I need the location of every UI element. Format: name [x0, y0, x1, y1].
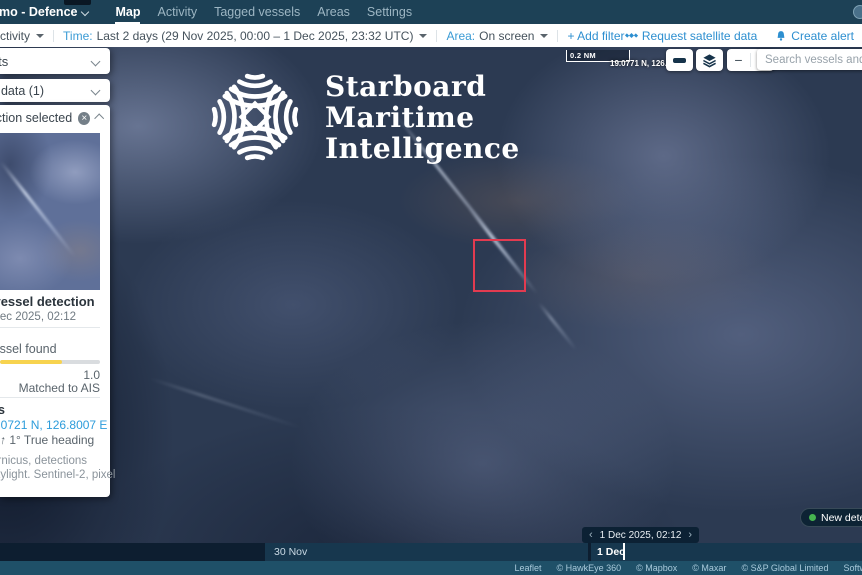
layers-button[interactable]	[696, 49, 723, 71]
caret-down-icon	[540, 34, 548, 38]
time-filter-dropdown[interactable]: Time: Last 2 days (29 Nov 2025, 00:00 – …	[63, 29, 427, 43]
starboard-logo-text: Starboard Maritime Intelligence	[325, 71, 520, 164]
alerts-panel-label: Alerts	[0, 54, 92, 69]
chevron-down-icon	[91, 56, 101, 66]
detection-panel: 1 detection selected × Satellite vessel …	[0, 105, 110, 497]
nav-tabs: Map Activity Tagged vessels Areas Settin…	[115, 0, 412, 24]
cloud-wisp	[149, 377, 302, 429]
timeline-date-chip[interactable]: ‹ 1 Dec 2025, 02:12 ›	[582, 527, 699, 543]
score-label: Vessel found	[0, 342, 57, 356]
satellite-icon	[625, 29, 638, 42]
search-input[interactable]	[757, 49, 862, 70]
request-satellite-data-label: Request satellite data	[642, 29, 757, 43]
divider	[0, 327, 100, 328]
next-icon[interactable]: ›	[688, 529, 692, 541]
source-line-2: Skylight. Sentinel-2, pixel	[0, 469, 115, 481]
chevron-down-icon	[91, 86, 101, 96]
top-navigation-bar: Demo - Defence Map Activity Tagged vesse…	[0, 0, 862, 24]
score-bar-fill	[0, 360, 62, 364]
green-dot-icon	[809, 514, 816, 521]
heading-arrow-icon: ↑	[0, 433, 7, 448]
create-alert-label: Create alert	[791, 29, 854, 43]
layers-icon	[702, 53, 717, 68]
attribution-software-licenses[interactable]: Software licenses	[843, 563, 862, 573]
detection-coordinates-link[interactable]: 19.0721 N, 126.8007 E	[0, 418, 107, 432]
caret-down-icon	[36, 34, 44, 38]
filter-separator	[53, 30, 54, 42]
sidebar-panel-alerts[interactable]: Alerts	[0, 48, 110, 74]
attribution-maxar[interactable]: © Maxar	[692, 563, 726, 573]
divider	[0, 397, 100, 398]
true-heading-value: 1° True heading	[9, 433, 94, 447]
attribution-hawkeye[interactable]: © HawkEye 360	[556, 563, 621, 573]
area-filter-value: On screen	[479, 29, 534, 43]
add-filter-button[interactable]: + Add filter	[567, 29, 624, 43]
area-filter-dropdown[interactable]: Area: On screen	[446, 29, 548, 43]
timeline-label-1dec: 1 Dec	[597, 543, 625, 561]
previous-icon[interactable]: ‹	[589, 529, 593, 541]
active-tab-notch	[64, 0, 91, 5]
starboard-logo: Starboard Maritime Intelligence	[203, 65, 520, 169]
details-heading: Details	[0, 403, 5, 417]
detection-panel-header[interactable]: 1 detection selected ×	[0, 105, 110, 131]
timeline-track[interactable]: 30 Nov 1 Dec	[265, 543, 862, 561]
measure-tool-button[interactable]	[666, 49, 693, 71]
timeline-playhead[interactable]	[623, 543, 625, 560]
starboard-logo-mark	[203, 65, 307, 169]
timeline-label-30nov: 30 Nov	[274, 543, 307, 561]
score-status: Matched to AIS	[19, 381, 100, 395]
activity-filter-label: Activity	[0, 29, 30, 43]
true-heading-row: ↑ 1° True heading	[0, 433, 94, 447]
tab-areas[interactable]: Areas	[317, 0, 350, 24]
selection-header-label: 1 detection selected	[0, 111, 72, 125]
detection-selection-box[interactable]	[473, 239, 526, 292]
bell-icon	[775, 30, 787, 42]
tab-tagged-vessels[interactable]: Tagged vessels	[214, 0, 300, 24]
detection-title: Satellite vessel detection	[0, 294, 95, 309]
chevron-up-icon[interactable]	[95, 113, 105, 123]
detection-datetime: 1 Dec 2025, 02:12	[0, 311, 76, 323]
thumbnail-wake-streak	[0, 161, 76, 257]
new-detections-button[interactable]: New detections	[800, 508, 862, 527]
tab-activity[interactable]: Activity	[157, 0, 197, 24]
activity-filter-dropdown[interactable]: Activity	[0, 29, 44, 43]
attribution-mapbox[interactable]: © Mapbox	[636, 563, 677, 573]
time-filter-key: Time:	[63, 29, 93, 43]
chevron-down-icon	[81, 8, 89, 16]
score-value: 1.0	[83, 368, 100, 382]
filter-separator	[557, 30, 558, 42]
filter-bar: Activity Time: Last 2 days (29 Nov 2025,…	[0, 24, 862, 47]
map-scale-label: 0.2 NM	[570, 51, 596, 60]
sidebar-panel-satellite-data[interactable]: Satellite data (1)	[0, 79, 110, 102]
cloud-wisp	[538, 302, 578, 351]
request-satellite-data-button[interactable]: Request satellite data	[625, 29, 757, 43]
source-line-1: Copernicus, detections	[0, 455, 87, 467]
dash-icon	[673, 58, 686, 63]
attribution-sp-global[interactable]: © S&P Global Limited	[741, 563, 828, 573]
filter-separator	[436, 30, 437, 42]
caret-down-icon	[419, 34, 427, 38]
zoom-out-button[interactable]: −	[727, 49, 750, 71]
close-icon[interactable]: ×	[78, 112, 90, 125]
new-detections-label: New detections	[821, 512, 862, 524]
attribution-leaflet[interactable]: Leaflet	[514, 563, 541, 573]
workspace-selector[interactable]: Demo - Defence	[0, 5, 88, 19]
map-canvas[interactable]: Starboard Maritime Intelligence 0.2 NM 1…	[0, 47, 862, 543]
score-bar	[0, 360, 100, 364]
time-filter-value: Last 2 days (29 Nov 2025, 00:00 – 1 Dec …	[97, 29, 414, 43]
timeline-bar[interactable]: 30 Nov 1 Dec	[0, 543, 862, 561]
create-alert-button[interactable]: Create alert	[775, 29, 854, 43]
detection-thumbnail[interactable]	[0, 133, 100, 290]
timeline-date-label: 1 Dec 2025, 02:12	[600, 530, 682, 541]
help-icon[interactable]	[853, 5, 862, 19]
satellite-data-panel-label: Satellite data (1)	[0, 84, 92, 98]
timeline-day-divider	[588, 543, 591, 561]
tab-map[interactable]: Map	[115, 0, 140, 24]
workspace-name: Demo - Defence	[0, 5, 77, 19]
area-filter-key: Area:	[446, 29, 475, 43]
map-attribution-bar: Leaflet © HawkEye 360 © Mapbox © Maxar ©…	[0, 561, 862, 575]
tab-settings[interactable]: Settings	[367, 0, 412, 24]
